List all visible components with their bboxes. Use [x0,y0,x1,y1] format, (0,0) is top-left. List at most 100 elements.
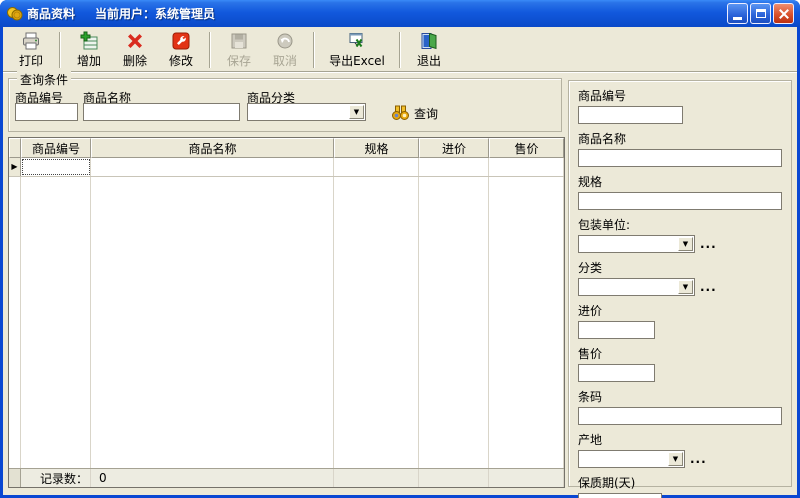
detail-barcode-input[interactable] [578,407,782,425]
export-excel-button[interactable]: 导出Excel [320,29,394,71]
detail-purchase-price-input[interactable] [578,321,655,339]
save-button-label: 保存 [227,52,251,69]
cancel-button: 取消 [262,29,308,71]
detail-sale-price-label: 售价 [578,345,782,362]
grid-footer-row: 记录数： 0 [9,468,564,487]
detail-product-name-label: 商品名称 [578,130,782,147]
toolbar-separator [399,32,401,68]
detail-spec-input[interactable] [578,192,782,210]
cancel-button-label: 取消 [273,52,297,69]
exit-button-label: 退出 [417,52,441,69]
close-button[interactable] [773,3,794,24]
col-header-product-code: 商品编号 [21,138,91,158]
chevron-down-icon: ▼ [354,109,359,116]
print-button[interactable]: 打印 [8,29,54,71]
chevron-down-icon: ▼ [673,456,678,463]
save-button: 保存 [216,29,262,71]
query-product-code-input[interactable] [15,103,78,121]
minimize-button[interactable] [727,3,748,24]
current-row-marker-icon: ▶ [11,163,17,171]
title-bar: 商品资料 当前用户：系统管理员 [0,0,800,27]
grid-current-row: ▶ [9,158,564,177]
add-icon [79,31,99,51]
detail-origin-label: 产地 [578,431,782,448]
row-selector-cell[interactable]: ▶ [9,158,21,176]
exit-icon [419,31,439,51]
query-group-title: 查询条件 [17,71,71,88]
app-coins-icon [6,5,23,22]
category-more-button[interactable]: ... [700,280,717,294]
add-button-label: 增加 [77,52,101,69]
detail-product-code-input[interactable] [578,106,683,124]
col-header-spec: 规格 [334,138,419,158]
detail-packaging-unit-combo[interactable]: ▼ [578,235,695,253]
detail-spec-label: 规格 [578,173,782,190]
detail-shelf-life-input[interactable] [578,493,662,498]
detail-purchase-price-label: 进价 [578,302,782,319]
export-excel-button-label: 导出Excel [329,52,385,69]
chevron-down-icon: ▼ [683,241,688,248]
chevron-down-icon: ▼ [683,284,688,291]
client-area: 打印 增加 删除 [3,27,797,495]
detail-category-label: 分类 [578,259,782,276]
detail-sale-price-input[interactable] [578,364,655,382]
grid-cell-spec[interactable] [334,158,419,176]
exit-button[interactable]: 退出 [406,29,452,71]
grid-cell-sale-price[interactable] [489,158,564,176]
export-excel-icon [347,31,367,51]
col-header-purchase-price: 进价 [419,138,489,158]
grid-empty-body [9,177,564,468]
detail-origin-combo[interactable]: ▼ [578,450,685,468]
window-title: 商品资料 [27,5,75,22]
packaging-unit-more-button[interactable]: ... [700,237,717,251]
close-icon [778,8,790,20]
minimize-icon [733,17,742,20]
current-user-label: 当前用户：系统管理员 [95,5,215,22]
edit-button-label: 修改 [169,52,193,69]
record-count-label: 记录数： [40,470,88,487]
grid-cell-product-code[interactable] [21,158,91,176]
toolbar-separator [59,32,61,68]
detail-product-name-input[interactable] [578,149,782,167]
detail-packaging-unit-label: 包装单位: [578,216,782,233]
edit-button[interactable]: 修改 [158,29,204,71]
print-button-label: 打印 [19,52,43,69]
binoculars-icon [391,105,410,121]
col-header-sale-price: 售价 [489,138,564,158]
search-button-label: 查询 [414,105,438,122]
maximize-icon [756,9,766,18]
cancel-icon [275,31,295,51]
query-category-dropdown-button[interactable]: ▼ [349,105,364,119]
toolbar-separator [209,32,211,68]
delete-icon [125,31,145,51]
toolbar-separator [313,32,315,68]
origin-dropdown-button[interactable]: ▼ [668,452,683,466]
add-button[interactable]: 增加 [66,29,112,71]
packaging-unit-dropdown-button[interactable]: ▼ [678,237,693,251]
detail-barcode-label: 条码 [578,388,782,405]
query-category-combo[interactable]: ▼ [247,103,366,121]
grid-header-row: 商品编号 商品名称 规格 进价 售价 [9,138,564,158]
detail-category-combo[interactable]: ▼ [578,278,695,296]
grid-cell-purchase-price[interactable] [419,158,489,176]
col-header-product-name: 商品名称 [91,138,334,158]
origin-more-button[interactable]: ... [690,452,707,466]
delete-button[interactable]: 删除 [112,29,158,71]
grid-cell-product-name[interactable] [91,158,334,176]
detail-shelf-life-label: 保质期(天) [578,474,782,491]
query-conditions-group: 查询条件 商品编号 商品名称 商品分类 ▼ 查询 [8,78,562,132]
delete-button-label: 删除 [123,52,147,69]
maximize-button[interactable] [750,3,771,24]
app-window: 商品资料 当前用户：系统管理员 打印 [0,0,800,498]
toolbar: 打印 增加 删除 [3,27,797,73]
query-product-name-input[interactable] [83,103,240,121]
detail-panel: 商品编号 商品名称 规格 包装单位: ▼ ... 分类 ▼ [568,80,792,487]
record-count-value: 0 [99,471,107,485]
grid-header-selector [9,138,21,158]
save-icon [229,31,249,51]
search-button[interactable]: 查询 [387,102,442,124]
printer-icon [21,31,41,51]
category-dropdown-button[interactable]: ▼ [678,280,693,294]
edit-icon [171,31,191,51]
window-controls [727,3,794,24]
